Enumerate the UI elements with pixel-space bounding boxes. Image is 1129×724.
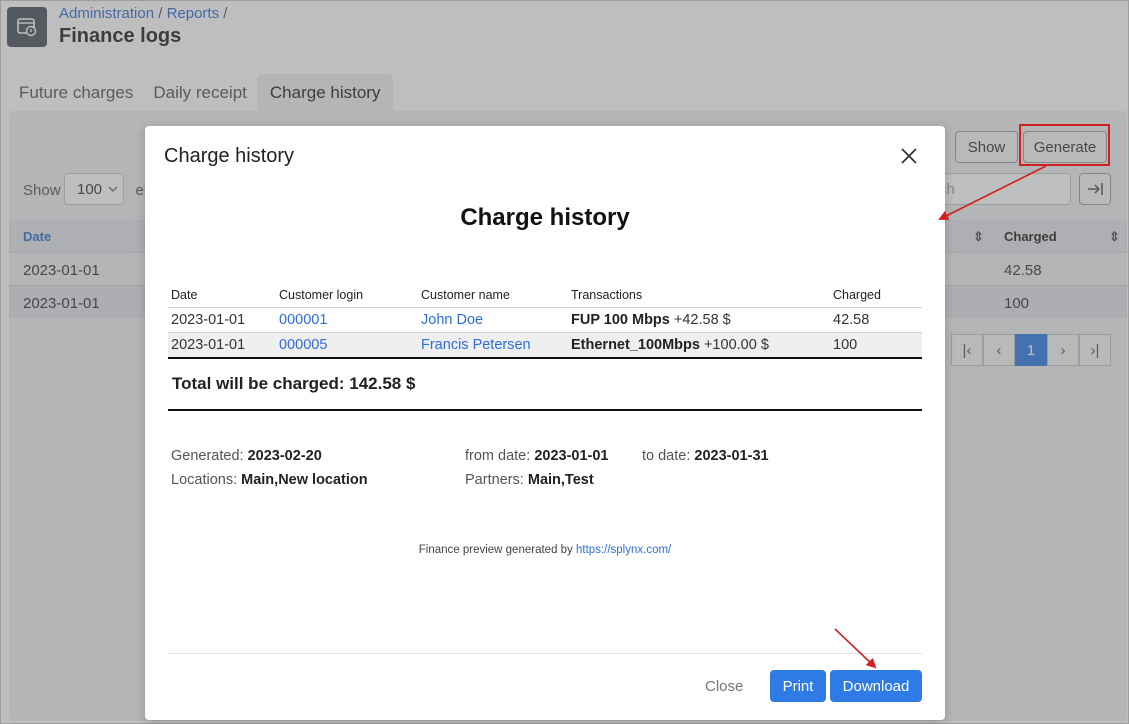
transaction-amount: +100.00 $	[703, 337, 769, 353]
customer-name-link[interactable]: John Doe	[421, 312, 483, 328]
report-row: 2023-01-01 000001 John Doe FUP 100 Mbps …	[168, 308, 922, 333]
col-charged: Charged	[833, 288, 881, 302]
modal-footer-divider	[168, 653, 922, 654]
divider	[168, 409, 922, 411]
customer-login-link[interactable]: 000005	[279, 337, 327, 353]
print-button[interactable]: Print	[770, 670, 826, 702]
col-date: Date	[171, 288, 198, 302]
modal-title: Charge history	[164, 145, 295, 167]
row-date: 2023-01-01	[171, 337, 246, 353]
col-customer-name: Customer name	[421, 288, 510, 302]
splynx-link[interactable]: https://splynx.com/	[576, 544, 671, 556]
row-charged: 100	[833, 337, 858, 353]
locations: Locations: Main,New location	[171, 472, 368, 488]
generated-date: Generated: 2023-02-20	[171, 448, 322, 464]
col-transactions: Transactions	[571, 288, 643, 302]
transaction-plan: Ethernet_100Mbps	[571, 337, 700, 353]
divider	[168, 357, 922, 359]
transaction: Ethernet_100Mbps +100.00 $	[571, 337, 769, 353]
download-button[interactable]: Download	[830, 670, 922, 702]
row-charged: 42.58	[833, 312, 870, 328]
col-customer-login: Customer login	[279, 288, 364, 302]
charge-history-modal: Charge history Charge history Date Custo…	[145, 126, 945, 720]
transaction-amount: +42.58 $	[673, 312, 731, 328]
report-table-header: Date Customer login Customer name Transa…	[168, 281, 922, 308]
close-button[interactable]: Close	[705, 678, 743, 695]
transaction: FUP 100 Mbps +42.58 $	[571, 312, 731, 328]
from-date: from date: 2023-01-01	[465, 448, 609, 464]
total-charged: Total will be charged: 142.58 $	[172, 374, 416, 393]
partners: Partners: Main,Test	[465, 472, 594, 488]
generate-highlight	[1019, 124, 1110, 166]
report-row: 2023-01-01 000005 Francis Petersen Ether…	[168, 333, 922, 358]
transaction-plan: FUP 100 Mbps	[571, 312, 670, 328]
customer-login-link[interactable]: 000001	[279, 312, 327, 328]
report-title: Charge history	[460, 204, 630, 231]
report-table: Date Customer login Customer name Transa…	[168, 281, 922, 358]
to-date: to date: 2023-01-31	[642, 448, 769, 464]
footer-note: Finance preview generated by https://spl…	[145, 544, 945, 556]
row-date: 2023-01-01	[171, 312, 246, 328]
customer-name-link[interactable]: Francis Petersen	[421, 337, 531, 353]
footer-text: Finance preview generated by	[418, 544, 573, 556]
close-icon[interactable]	[898, 145, 920, 167]
